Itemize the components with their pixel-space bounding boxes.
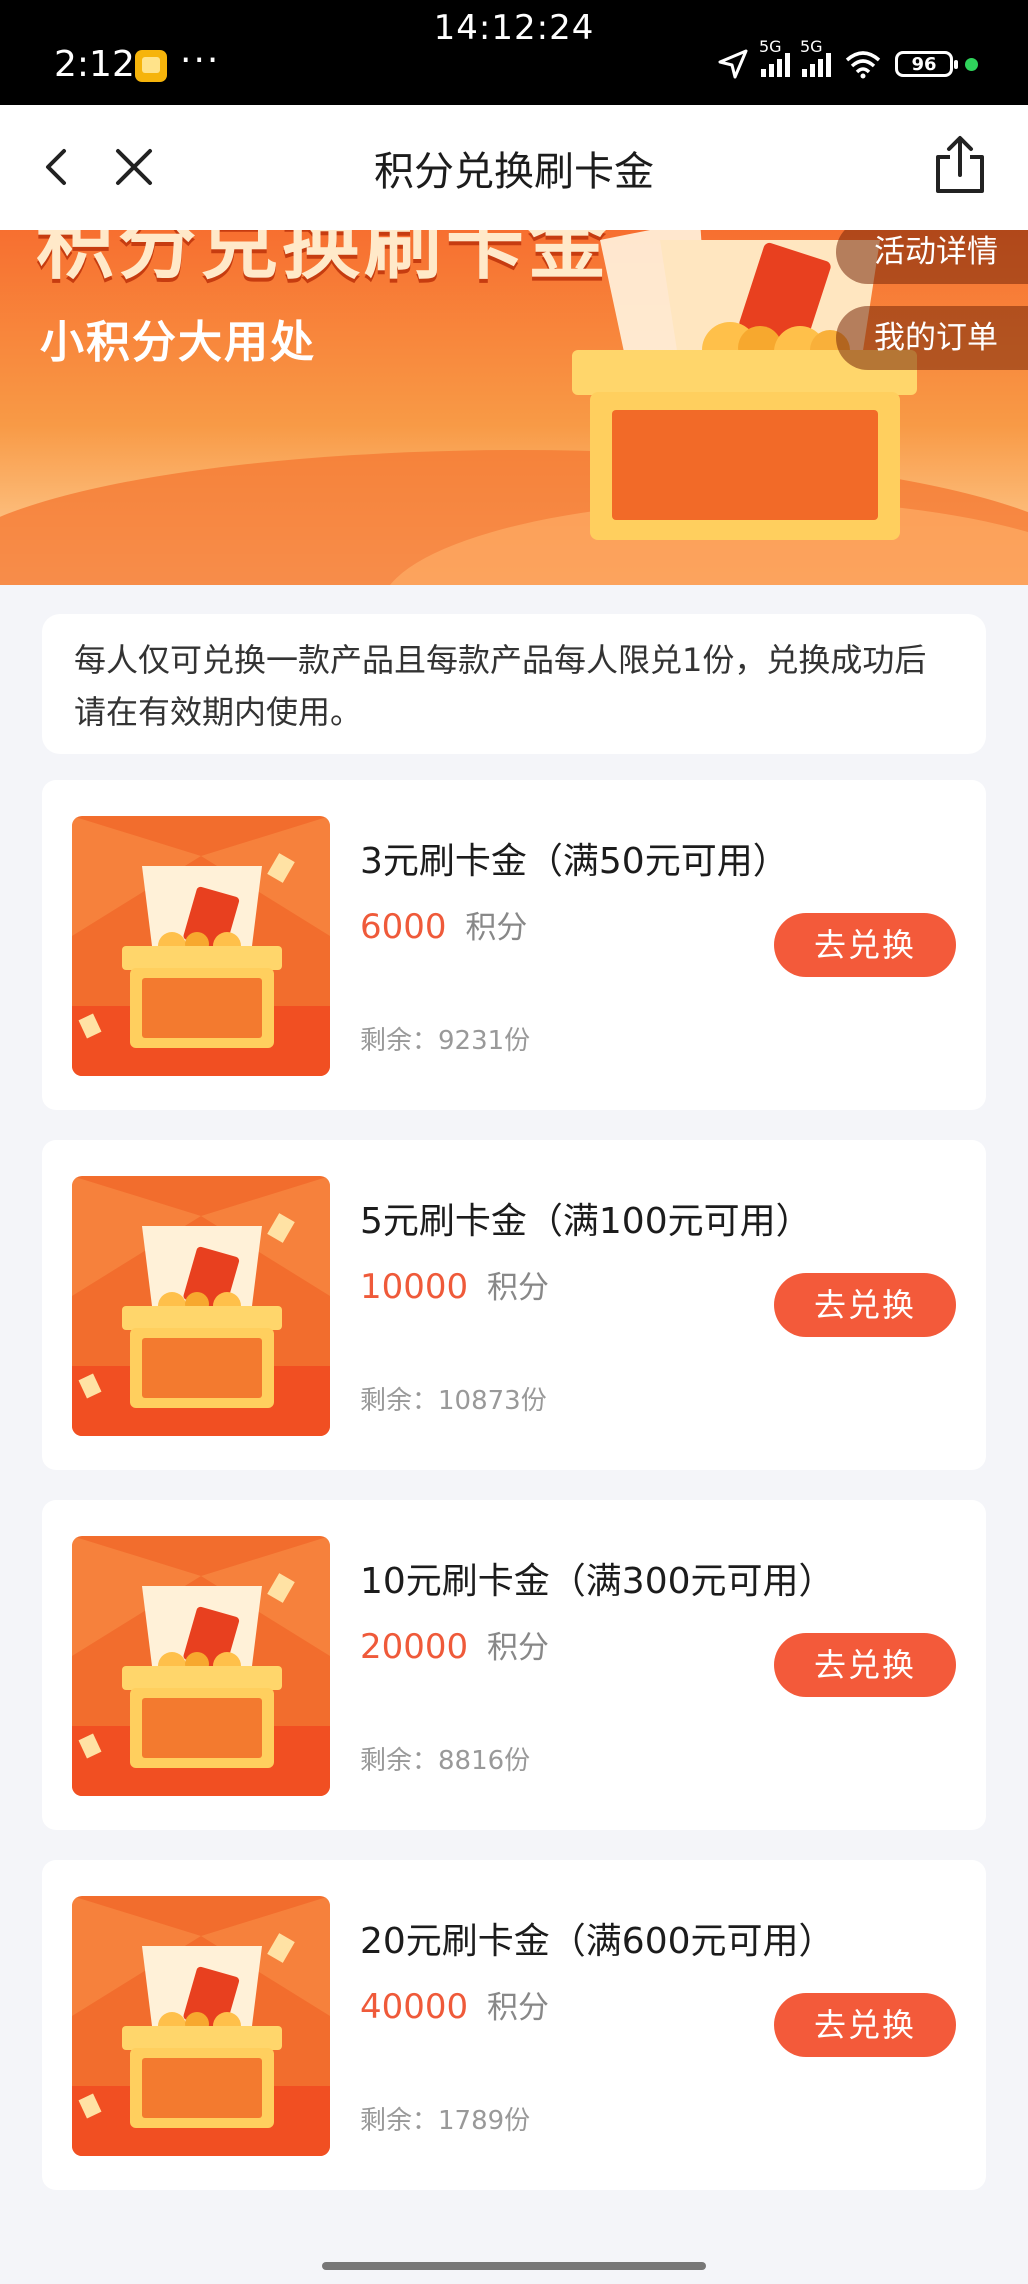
redeem-button[interactable]: 去兑换 — [774, 1273, 956, 1337]
status-indicators: 5G 5G 96 — [717, 37, 978, 84]
product-title: 20元刷卡金（满600元可用） — [360, 1921, 835, 1962]
remaining-stock: 剩余：8816份 — [360, 1746, 531, 1776]
points-unit: 积分 — [465, 910, 528, 946]
product-title: 10元刷卡金（满300元可用） — [360, 1561, 835, 1602]
product-card: 20元刷卡金（满600元可用） 40000 积分 剩余：1789份 去兑换 — [42, 1860, 986, 2190]
product-thumbnail — [72, 1176, 330, 1436]
notification-app-icon — [135, 50, 167, 82]
my-orders-button[interactable]: 我的订单 — [836, 306, 1028, 370]
product-points: 10000 积分 — [360, 1262, 549, 1307]
redeem-rules-notice: 每人仅可兑换一款产品且每款产品每人限兑1份，兑换成功后请在有效期内使用。 — [42, 614, 986, 754]
promo-banner: 积分兑换刷卡金 小积分大用处 活动详情 我的订单 — [0, 230, 1028, 585]
points-unit: 积分 — [486, 1630, 549, 1666]
points-unit: 积分 — [486, 1270, 549, 1306]
wifi-icon — [845, 51, 881, 79]
battery-icon: 96 — [895, 51, 958, 77]
points-value: 6000 — [360, 907, 447, 947]
points-value: 40000 — [360, 1987, 469, 2027]
product-card: 10元刷卡金（满300元可用） 20000 积分 剩余：8816份 去兑换 — [42, 1500, 986, 1830]
share-icon[interactable] — [932, 135, 988, 195]
remaining-stock: 剩余：9231份 — [360, 1026, 531, 1056]
battery-level: 96 — [911, 53, 937, 75]
remaining-stock: 剩余：1789份 — [360, 2106, 531, 2136]
home-indicator[interactable] — [322, 2262, 706, 2270]
status-time: 2:12 — [54, 44, 135, 85]
product-card: 5元刷卡金（满100元可用） 10000 积分 剩余：10873份 去兑换 — [42, 1140, 986, 1470]
product-title: 5元刷卡金（满100元可用） — [360, 1201, 812, 1242]
privacy-indicator-dot — [965, 57, 978, 71]
points-value: 20000 — [360, 1627, 469, 1667]
points-value: 10000 — [360, 1267, 469, 1307]
activity-details-button[interactable]: 活动详情 — [836, 230, 1028, 284]
product-thumbnail — [72, 816, 330, 1076]
status-bar: 14:12:24 2:12 ··· 5G 5G 96 — [0, 0, 1028, 105]
banner-subtitle: 小积分大用处 — [40, 317, 316, 368]
page-title: 积分兑换刷卡金 — [374, 149, 654, 195]
signal-2-label: 5G — [800, 37, 823, 56]
points-unit: 积分 — [486, 1990, 549, 2026]
redeem-button[interactable]: 去兑换 — [774, 1993, 956, 2057]
signal-strength-icon: 5G — [759, 37, 790, 77]
more-notifications-icon: ··· — [180, 40, 221, 81]
nav-header: 积分兑换刷卡金 — [0, 105, 1028, 230]
location-arrow-icon — [718, 49, 748, 79]
redeem-button[interactable]: 去兑换 — [774, 1633, 956, 1697]
product-thumbnail — [72, 1536, 330, 1796]
product-points: 40000 积分 — [360, 1982, 549, 2027]
product-thumbnail — [72, 1896, 330, 2156]
status-clock-top: 14:12:24 — [433, 8, 595, 48]
product-points: 20000 积分 — [360, 1622, 549, 1667]
signal-strength-icon: 5G — [800, 37, 831, 77]
banner-title: 积分兑换刷卡金 — [36, 230, 611, 290]
signal-1-label: 5G — [759, 37, 782, 56]
remaining-stock: 剩余：10873份 — [360, 1386, 547, 1416]
redeem-button[interactable]: 去兑换 — [774, 913, 956, 977]
product-points: 6000 积分 — [360, 902, 527, 947]
product-card: 3元刷卡金（满50元可用） 6000 积分 剩余：9231份 去兑换 — [42, 780, 986, 1110]
product-title: 3元刷卡金（满50元可用） — [360, 841, 789, 882]
